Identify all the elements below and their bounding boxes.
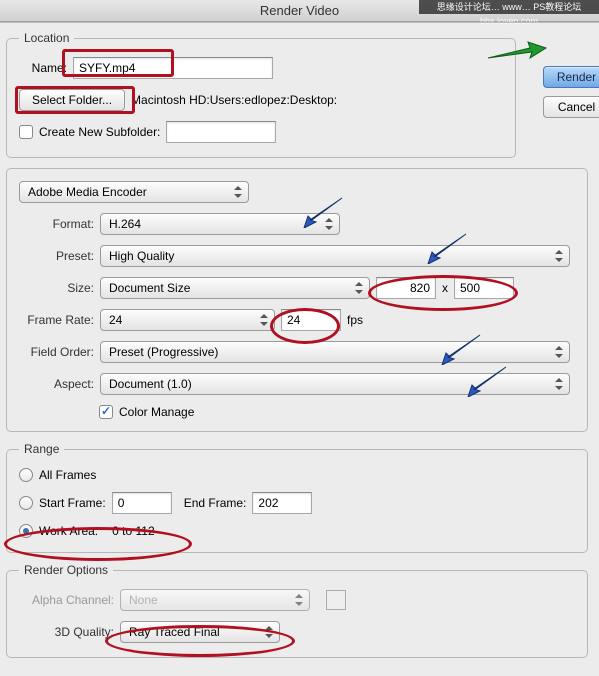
new-subfolder-input[interactable]: [166, 121, 276, 143]
all-frames-radio[interactable]: [19, 468, 33, 482]
all-frames-label: All Frames: [39, 468, 96, 482]
render-options-legend: Render Options: [19, 563, 113, 577]
end-frame-input[interactable]: [252, 492, 312, 514]
size-x-label: x: [442, 281, 448, 295]
size-width-input[interactable]: [376, 277, 436, 299]
select-folder-button[interactable]: Select Folder...: [19, 89, 125, 111]
name-label: Name:: [19, 61, 67, 75]
framerate-label: Frame Rate:: [19, 313, 94, 327]
framerate-input[interactable]: [281, 309, 341, 331]
preset-label: Preset:: [19, 249, 94, 263]
color-manage-checkbox[interactable]: [99, 405, 113, 419]
new-subfolder-checkbox[interactable]: [19, 125, 33, 139]
preset-select[interactable]: High Quality: [100, 245, 570, 267]
quality-select[interactable]: Ray Traced Final: [120, 621, 280, 643]
start-frame-radio[interactable]: [19, 496, 33, 510]
watermark-bar: 思缘设计论坛… www… PS教程论坛 bbs.loveo.com: [419, 0, 599, 14]
work-area-label: Work Area:: [39, 524, 98, 538]
format-select[interactable]: H.264: [100, 213, 340, 235]
new-subfolder-label: Create New Subfolder:: [39, 125, 160, 139]
end-frame-label: End Frame:: [184, 496, 247, 510]
dialog-action-buttons: Render Cancel: [543, 66, 599, 118]
start-frame-label: Start Frame:: [39, 496, 106, 510]
work-area-value: 0 to 112: [112, 524, 154, 538]
quality-label: 3D Quality:: [19, 625, 114, 639]
folder-path-text: Macintosh HD:Users:edlopez:Desktop:: [131, 93, 337, 107]
framerate-select[interactable]: 24: [100, 309, 275, 331]
size-mode-select[interactable]: Document Size: [100, 277, 370, 299]
work-area-radio[interactable]: [19, 524, 33, 538]
size-height-input[interactable]: [454, 277, 514, 299]
color-manage-label: Color Manage: [119, 405, 194, 419]
cancel-button[interactable]: Cancel: [543, 96, 599, 118]
alpha-channel-label: Alpha Channel:: [19, 593, 114, 607]
framerate-unit: fps: [347, 313, 363, 327]
name-input[interactable]: [73, 57, 273, 79]
alpha-color-swatch: [326, 590, 346, 610]
aspect-label: Aspect:: [19, 377, 94, 391]
encoder-group: Adobe Media Encoder Format: H.264 Preset…: [6, 168, 588, 432]
module-select[interactable]: Adobe Media Encoder: [19, 181, 249, 203]
fieldorder-label: Field Order:: [19, 345, 94, 359]
fieldorder-select[interactable]: Preset (Progressive): [100, 341, 570, 363]
range-group: Range All Frames Start Frame: End Frame:…: [6, 442, 588, 553]
alpha-channel-select: None: [120, 589, 310, 611]
start-frame-input[interactable]: [112, 492, 172, 514]
aspect-select[interactable]: Document (1.0): [100, 373, 570, 395]
render-options-group: Render Options Alpha Channel: None 3D Qu…: [6, 563, 588, 658]
size-label: Size:: [19, 281, 94, 295]
location-legend: Location: [19, 31, 74, 45]
location-group: Location Name: Select Folder... Macintos…: [6, 31, 516, 158]
format-label: Format:: [19, 217, 94, 231]
render-button[interactable]: Render: [543, 66, 599, 88]
range-legend: Range: [19, 442, 64, 456]
